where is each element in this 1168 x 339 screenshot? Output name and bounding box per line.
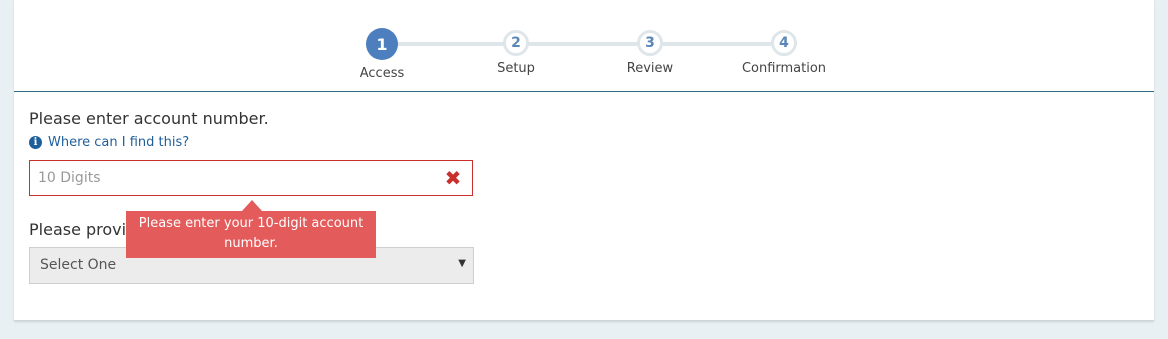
- account-number-field: ✖: [29, 160, 473, 196]
- step-number: 2: [503, 30, 529, 56]
- info-circle-icon: i: [29, 136, 42, 149]
- caret-down-icon: ▼: [458, 258, 466, 269]
- step-number: 1: [366, 28, 398, 60]
- step-review: 3 Review: [590, 0, 710, 76]
- form-card: 1 Access 2 Setup 3 Review 4 Confirmation…: [14, 0, 1154, 321]
- times-icon[interactable]: ✖: [444, 168, 462, 188]
- step-confirmation: 4 Confirmation: [724, 0, 844, 76]
- step-number: 4: [771, 30, 797, 56]
- step-label: Review: [626, 61, 674, 76]
- step-label: Setup: [497, 61, 535, 76]
- tooltip-arrow: [242, 200, 262, 211]
- step-setup: 2 Setup: [456, 0, 576, 76]
- progress-stepper: 1 Access 2 Setup 3 Review 4 Confirmation: [14, 0, 1154, 92]
- error-tooltip: Please enter your 10-digit account numbe…: [126, 211, 376, 258]
- where-find-link[interactable]: i Where can I find this?: [29, 135, 189, 150]
- step-label: Access: [359, 66, 405, 81]
- step-number: 3: [637, 30, 663, 56]
- step-access: 1 Access: [322, 0, 442, 81]
- help-link-label: Where can I find this?: [48, 135, 190, 150]
- select-value: Select One: [40, 257, 117, 273]
- account-number-input[interactable]: [30, 161, 426, 195]
- account-number-prompt: Please enter account number.: [29, 109, 269, 128]
- step-label: Confirmation: [741, 61, 827, 76]
